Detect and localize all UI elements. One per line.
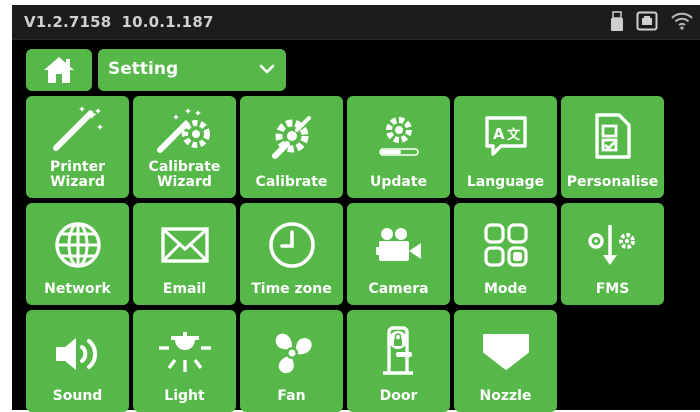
- camera-icon: [375, 228, 421, 261]
- tile-sound[interactable]: Sound: [26, 310, 129, 412]
- tile-time-zone[interactable]: Time zone: [240, 203, 343, 305]
- svg-text:文: 文: [507, 127, 521, 143]
- tile-label: Network: [44, 281, 111, 297]
- magic-wand-icon: [52, 106, 103, 151]
- svg-text:A: A: [493, 125, 505, 143]
- tile-printer-wizard[interactable]: Printer Wizard: [26, 96, 129, 198]
- calibrate-wizard-icon: [156, 108, 210, 153]
- tile-calibrate[interactable]: Calibrate: [240, 96, 343, 198]
- status-bar: V1.2.7158 10.0.1.187: [12, 5, 700, 40]
- tile-fms[interactable]: FMS: [561, 203, 664, 305]
- tile-label: Calibrate Wizard: [148, 159, 221, 190]
- clock-icon: [268, 222, 315, 268]
- lamp-icon: [158, 332, 211, 372]
- wifi-icon: [671, 12, 693, 30]
- tile-label: Camera: [368, 281, 429, 297]
- tile-email[interactable]: Email: [133, 203, 236, 305]
- tile-label: Fan: [277, 388, 306, 404]
- globe-icon: [54, 222, 101, 268]
- tile-label: Personalise: [566, 174, 659, 190]
- tile-update[interactable]: Update: [347, 96, 450, 198]
- tile-label: Update: [369, 174, 428, 190]
- door-lock-icon: [382, 326, 413, 375]
- update-icon: [378, 117, 419, 156]
- chevron-down-icon: [259, 64, 275, 74]
- tile-label: Printer Wizard: [49, 159, 106, 190]
- ethernet-icon: [636, 11, 658, 31]
- tile-label: Language: [466, 174, 545, 190]
- personalise-icon: [594, 113, 631, 159]
- speaker-icon: [55, 338, 97, 370]
- ip-address: 10.0.1.187: [121, 13, 214, 31]
- tile-label: Nozzle: [479, 388, 532, 404]
- envelope-icon: [160, 227, 209, 263]
- tile-light[interactable]: Light: [133, 310, 236, 412]
- tile-label: Sound: [52, 388, 103, 404]
- tile-camera[interactable]: Camera: [347, 203, 450, 305]
- tile-mode[interactable]: Mode: [454, 203, 557, 305]
- version-text: V1.2.7158 10.0.1.187: [24, 13, 214, 31]
- firmware-version: V1.2.7158: [24, 13, 112, 31]
- language-icon: A 文: [484, 116, 527, 156]
- setting-dropdown[interactable]: Setting: [98, 49, 286, 91]
- tile-fan[interactable]: Fan: [240, 310, 343, 412]
- tile-label: Mode: [483, 281, 528, 297]
- tile-label: Email: [162, 281, 207, 297]
- tile-door[interactable]: Door: [347, 310, 450, 412]
- tile-label: FMS: [595, 281, 630, 297]
- tile-nozzle[interactable]: Nozzle: [454, 310, 557, 412]
- dropdown-label: Setting: [108, 59, 179, 79]
- tile-label: Calibrate: [255, 174, 328, 190]
- tile-label: Time zone: [251, 281, 332, 297]
- nozzle-icon: [482, 334, 529, 370]
- fms-icon: [587, 225, 635, 265]
- tile-label: Light: [164, 388, 205, 404]
- tile-label: Door: [379, 388, 418, 404]
- mode-icon: [483, 223, 528, 267]
- home-icon: [44, 57, 74, 83]
- tile-language[interactable]: A 文 Language: [454, 96, 557, 198]
- tile-network[interactable]: Network: [26, 203, 129, 305]
- fan-icon: [275, 333, 312, 374]
- screen: V1.2.7158 10.0.1.187 Setting Printer Wiz…: [12, 5, 700, 412]
- calibrate-icon: [271, 116, 311, 159]
- home-button[interactable]: [26, 49, 92, 91]
- tile-calibrate-wizard[interactable]: Calibrate Wizard: [133, 96, 236, 198]
- tile-personalise[interactable]: Personalise: [561, 96, 664, 198]
- usb-icon: [611, 11, 623, 31]
